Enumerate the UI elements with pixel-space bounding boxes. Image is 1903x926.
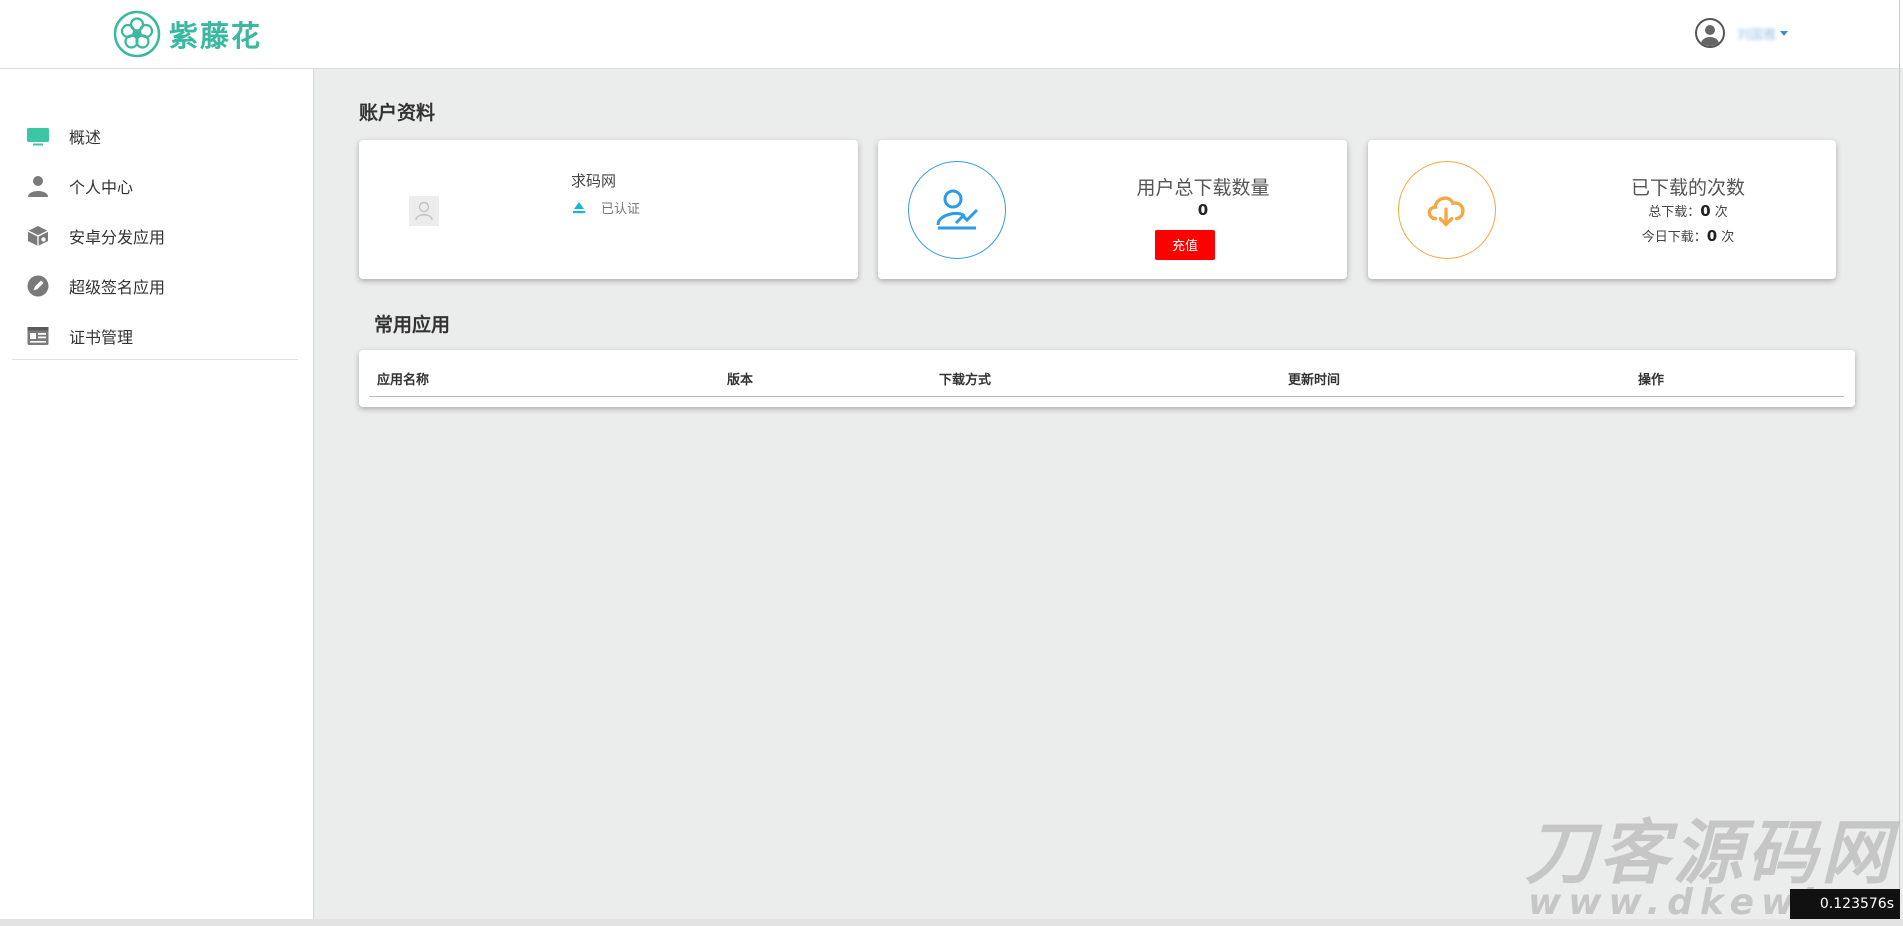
brand-logo[interactable]: 紫藤花 [113,10,262,58]
brand-name: 紫藤花 [169,19,263,53]
column-download-method[interactable]: 下载方式 [939,369,991,388]
total-value: 0 [1700,202,1711,220]
column-update-time[interactable]: 更新时间 [1288,369,1340,388]
unit-label: 次 [1721,230,1735,245]
total-label: 总下载： [1648,205,1701,220]
recharge-button[interactable]: 充值 [1155,230,1215,260]
column-app-name[interactable]: 应用名称 [377,369,429,388]
table-header-divider [369,396,1844,397]
sidebar-item-profile[interactable]: 个人中心 [0,161,313,211]
flower-logo-icon [113,10,161,58]
used-downloads-card: 已下载的次数 总下载：0 次 今日下载：0 次 [1368,140,1836,279]
cloud-download-circle [1398,161,1496,259]
id-card-icon [26,324,50,348]
used-downloads-title: 已下载的次数 [1630,177,1745,199]
column-actions[interactable]: 操作 [1638,369,1664,388]
total-downloads-title: 用户总下载数量 [1136,177,1270,199]
sidebar: 概述 个人中心 安卓分发应用 超级签名应用 证书管理 [0,69,314,919]
unit-label: 次 [1714,205,1728,220]
today-label: 今日下载： [1641,230,1707,245]
user-chart-circle [908,161,1006,259]
profile-name: 求码网 [571,172,617,190]
today-downloads-row: 今日下载：0 次 [1588,226,1788,245]
verified-icon [573,201,585,213]
total-downloads-card: 用户总下载数量 0 充值 [878,140,1347,279]
avatar[interactable] [1695,18,1725,48]
cloud-download-icon [1427,196,1465,227]
total-downloads-value: 0 [1197,201,1209,219]
account-section-title: 账户资料 [359,102,436,124]
sidebar-item-label: 个人中心 [69,178,134,197]
sidebar-item-label: 证书管理 [69,328,134,347]
avatar-placeholder [409,196,439,226]
user-outline-icon [415,201,433,221]
profile-card: 求码网 已认证 [359,140,858,279]
user-menu[interactable]: 刘国雅 [1695,18,1789,48]
sidebar-item-label: 安卓分发应用 [69,228,166,247]
verification-label: 已认证 [601,202,641,217]
apps-section-title: 常用应用 [374,314,451,336]
chevron-down-icon[interactable] [1780,30,1789,36]
package-icon [26,224,50,248]
sidebar-divider [12,359,298,360]
user-avatar-icon [1701,25,1719,46]
total-downloads-row: 总下载：0 次 [1588,201,1788,220]
today-value: 0 [1706,227,1718,245]
apps-table: 应用名称 版本 下载方式 更新时间 操作 [359,350,1855,407]
sidebar-item-overview[interactable]: 概述 [0,111,313,161]
sidebar-nav: 概述 个人中心 安卓分发应用 超级签名应用 证书管理 [0,111,313,361]
user-growth-icon [936,189,979,230]
user-icon [26,174,50,198]
top-header: 紫藤花 刘国雅 [0,0,1903,69]
sidebar-item-label: 概述 [69,128,102,147]
sidebar-item-android-apps[interactable]: 安卓分发应用 [0,211,313,261]
column-version[interactable]: 版本 [727,369,753,388]
verification-status: 已认证 [571,198,640,217]
pen-icon [26,274,50,298]
sidebar-item-label: 超级签名应用 [69,278,166,297]
vertical-scrollbar-track[interactable] [1899,0,1900,919]
watermark-text: 刀客源码网 [1525,812,1895,894]
sidebar-item-super-sign[interactable]: 超级签名应用 [0,261,313,311]
username[interactable]: 刘国雅 [1737,24,1776,43]
load-time-badge: 0.123576s [1790,889,1900,919]
sidebar-item-certificates[interactable]: 证书管理 [0,311,313,361]
monitor-icon [26,124,50,148]
